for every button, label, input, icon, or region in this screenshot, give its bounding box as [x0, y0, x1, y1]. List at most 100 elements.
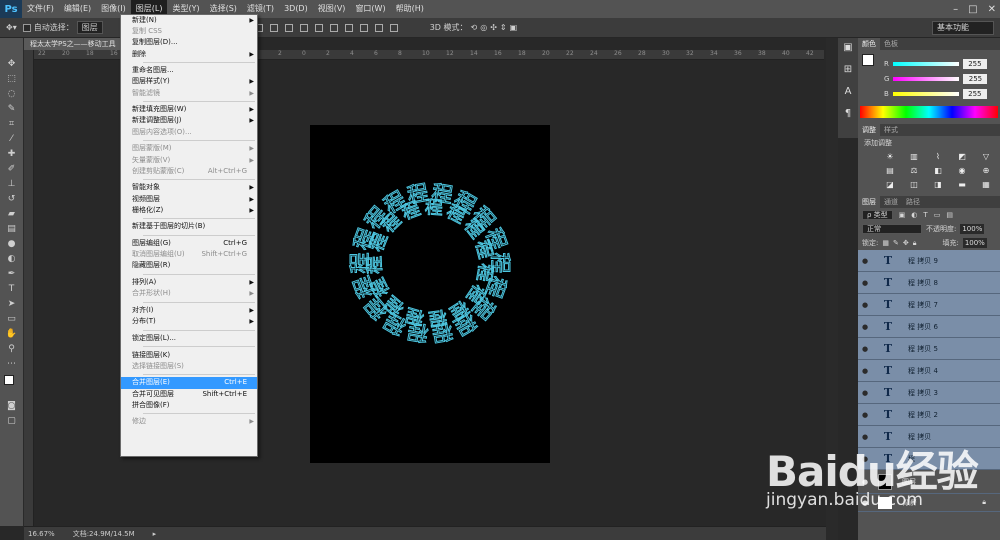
- visibility-eye-icon[interactable]: ●: [858, 323, 872, 331]
- layer-menu-item[interactable]: 新建调整图层(J) ▶: [121, 115, 257, 126]
- menu-item[interactable]: 文件(F): [22, 0, 59, 18]
- tab-styles[interactable]: 样式: [880, 124, 902, 136]
- screen-mode-icon[interactable]: ▢: [5, 415, 19, 427]
- layer-menu-item[interactable]: 排列(A) ▶: [121, 277, 257, 288]
- auto-select-checkbox[interactable]: [22, 23, 31, 32]
- layer-menu-item[interactable]: 视频图层 ▶: [121, 194, 257, 205]
- menu-item[interactable]: 帮助(H): [391, 0, 429, 18]
- type-tool-icon[interactable]: T: [5, 283, 19, 295]
- color-spectrum-bar[interactable]: [860, 106, 998, 118]
- paragraph-panel-icon[interactable]: ¶: [842, 108, 854, 120]
- align-icon[interactable]: [269, 23, 278, 32]
- minimize-icon[interactable]: –: [953, 4, 958, 15]
- photo-filter-icon[interactable]: ◉: [956, 166, 968, 176]
- gradient-map-icon[interactable]: ▬: [956, 180, 968, 190]
- history-brush-icon[interactable]: ↺: [5, 193, 19, 205]
- layer-menu-item[interactable]: 图层编组(G) Ctrl+G: [121, 238, 257, 249]
- lasso-tool-icon[interactable]: ◌: [5, 88, 19, 100]
- lock-pixels-icon[interactable]: ▦: [882, 239, 889, 247]
- eraser-tool-icon[interactable]: ▰: [5, 208, 19, 220]
- layer-row[interactable]: ● T 程 拷贝 9: [858, 250, 1000, 272]
- status-arrow-icon[interactable]: ▸: [153, 530, 157, 538]
- threshold-icon[interactable]: ◨: [932, 180, 944, 190]
- layer-menu-item[interactable]: 链接图层(K): [121, 350, 257, 361]
- 3d-scale-icon[interactable]: ▣: [510, 23, 518, 32]
- blue-value[interactable]: 255: [962, 88, 987, 99]
- filter-shape-icon[interactable]: ▭: [934, 211, 941, 219]
- eyedropper-tool-icon[interactable]: ⁄: [5, 133, 19, 145]
- align-icon[interactable]: [389, 23, 398, 32]
- document-tab[interactable]: 程太太学PS之——移动工具: [24, 38, 124, 50]
- selective-color-icon[interactable]: ▦: [980, 180, 992, 190]
- close-icon[interactable]: ✕: [988, 4, 996, 15]
- layer-row[interactable]: ● T 程 拷贝 7: [858, 294, 1000, 316]
- blur-tool-icon[interactable]: ●: [5, 238, 19, 250]
- color-swatches[interactable]: [3, 375, 20, 391]
- 3d-slide-icon[interactable]: ⇕: [500, 23, 507, 32]
- red-value[interactable]: 255: [962, 58, 987, 69]
- stamp-tool-icon[interactable]: ⊥: [5, 178, 19, 190]
- layer-menu-item[interactable]: 对齐(I) ▶: [121, 305, 257, 316]
- layer-menu-item[interactable]: 重命名图层...: [121, 65, 257, 76]
- layer-row[interactable]: ● T 程 拷贝 2: [858, 404, 1000, 426]
- align-icon[interactable]: [284, 23, 293, 32]
- menu-item[interactable]: 视图(V): [313, 0, 351, 18]
- 3d-rotate-icon[interactable]: ⟲: [471, 23, 478, 32]
- red-slider[interactable]: [892, 61, 959, 66]
- layer-row[interactable]: ● T 程 拷贝 6: [858, 316, 1000, 338]
- levels-icon[interactable]: ▥: [908, 152, 920, 162]
- layer-name[interactable]: 程 拷贝 3: [908, 388, 938, 398]
- visibility-eye-icon[interactable]: ●: [858, 411, 872, 419]
- layer-name[interactable]: 程 拷贝 9: [908, 256, 938, 266]
- filter-type-icon[interactable]: T: [923, 211, 927, 219]
- layer-menu-item[interactable]: 合并可见图层 Shift+Ctrl+E: [121, 389, 257, 400]
- align-icon[interactable]: [374, 23, 383, 32]
- align-icon[interactable]: [359, 23, 368, 32]
- layer-menu-item[interactable]: 图层样式(Y) ▶: [121, 76, 257, 87]
- blue-slider[interactable]: [892, 91, 959, 96]
- layer-menu-item[interactable]: 复制图层(D)...: [121, 37, 257, 48]
- layer-name[interactable]: 程 拷贝 2: [908, 410, 938, 420]
- exposure-icon[interactable]: ◩: [956, 152, 968, 162]
- blend-mode-select[interactable]: 正常: [862, 224, 922, 234]
- channel-mixer-icon[interactable]: ⊕: [980, 166, 992, 176]
- tab-layers[interactable]: 图层: [858, 196, 880, 208]
- black-white-icon[interactable]: ◧: [932, 166, 944, 176]
- tab-paths[interactable]: 路径: [902, 196, 924, 208]
- foreground-color-swatch[interactable]: [3, 375, 14, 385]
- tab-adjustments[interactable]: 调整: [858, 124, 880, 136]
- auto-select-dropdown[interactable]: 图层: [76, 21, 103, 34]
- filter-pixel-icon[interactable]: ▣: [899, 211, 906, 219]
- marquee-tool-icon[interactable]: ⬚: [5, 73, 19, 85]
- menu-item[interactable]: 3D(D): [279, 0, 313, 18]
- vibrance-icon[interactable]: ▽: [980, 152, 992, 162]
- layer-menu-item[interactable]: 分布(T) ▶: [121, 316, 257, 327]
- shape-tool-icon[interactable]: ▭: [5, 313, 19, 325]
- green-value[interactable]: 255: [963, 73, 988, 84]
- character-panel-icon[interactable]: A: [842, 86, 854, 98]
- maximize-icon[interactable]: □: [968, 4, 977, 15]
- align-icon[interactable]: [329, 23, 338, 32]
- move-tool-icon[interactable]: ✥: [5, 58, 19, 70]
- layer-name[interactable]: 程 拷贝 6: [908, 322, 938, 332]
- quick-select-tool-icon[interactable]: ✎: [5, 103, 19, 115]
- green-slider[interactable]: [893, 76, 960, 81]
- visibility-eye-icon[interactable]: ●: [858, 257, 872, 265]
- layer-row[interactable]: ● T 程 拷贝 3: [858, 382, 1000, 404]
- menu-item[interactable]: 窗口(W): [350, 0, 390, 18]
- panel-foreground-swatch[interactable]: [862, 54, 874, 66]
- doc-info[interactable]: 文档:24.9M/14.5M: [73, 529, 135, 539]
- pen-tool-icon[interactable]: ✒: [5, 268, 19, 280]
- align-icon[interactable]: [344, 23, 353, 32]
- move-tool-icon[interactable]: ✥▾: [6, 23, 17, 32]
- visibility-eye-icon[interactable]: ●: [858, 279, 872, 287]
- document-canvas[interactable]: 程程程程程程程程程程程程程程程程程程程程程程程程程程程程程程程程程: [310, 125, 550, 463]
- visibility-eye-icon[interactable]: ●: [858, 301, 872, 309]
- layer-menu-item[interactable]: 删除 ▶: [121, 49, 257, 60]
- quick-mask-icon[interactable]: ◙: [5, 400, 19, 412]
- layer-name[interactable]: 程 拷贝 7: [908, 300, 938, 310]
- layer-menu-item[interactable]: 拼合图像(F): [121, 400, 257, 411]
- history-panel-icon[interactable]: ▣: [842, 42, 854, 54]
- layer-menu-item[interactable]: 新建填充图层(W) ▶: [121, 104, 257, 115]
- path-select-tool-icon[interactable]: ➤: [5, 298, 19, 310]
